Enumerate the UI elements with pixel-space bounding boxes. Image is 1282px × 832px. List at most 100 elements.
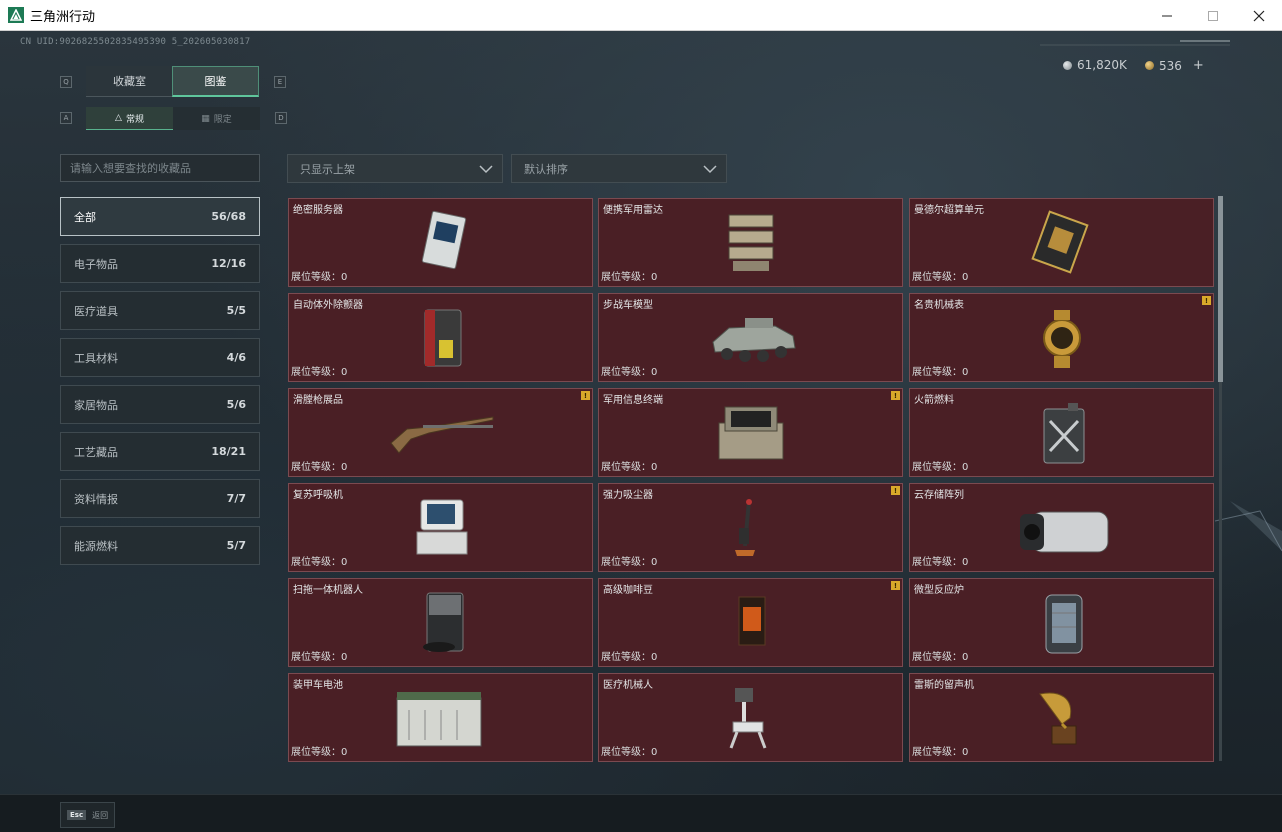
shelf-filter-label: 只显示上架	[300, 162, 355, 176]
sort-dropdown[interactable]: 默认排序	[511, 154, 727, 183]
category-item[interactable]: 医疗道具 5/5	[60, 291, 260, 330]
item-level-label: 展位等级：	[291, 272, 341, 283]
item-level-value: 0	[341, 462, 348, 473]
item-level-value: 0	[962, 272, 969, 283]
item-name: 雷斯的留声机	[914, 680, 974, 691]
item-level-value: 0	[651, 462, 658, 473]
item-level-label: 展位等级：	[291, 557, 341, 568]
close-icon[interactable]	[1236, 0, 1282, 31]
category-label: 全部	[74, 210, 96, 224]
item-card[interactable]: 强力吸尘器 展位等级：0!	[598, 483, 903, 572]
item-card[interactable]: 微型反应炉 展位等级：0	[909, 578, 1214, 667]
item-card[interactable]: 雷斯的留声机 展位等级：0	[909, 673, 1214, 762]
grid-scrollbar-thumb[interactable]	[1218, 196, 1223, 382]
item-level: 展位等级：0	[601, 648, 657, 663]
item-level: 展位等级：0	[601, 268, 657, 283]
item-level: 展位等级：0	[601, 553, 657, 568]
reactor-icon	[1045, 594, 1083, 654]
alert-badge-icon: !	[891, 391, 900, 400]
gold-coin-icon	[1145, 61, 1154, 70]
item-card[interactable]: 曼德尔超算单元 展位等级：0	[909, 198, 1214, 287]
item-name: 云存储阵列	[914, 490, 964, 501]
item-name: 医疗机械人	[603, 680, 653, 691]
maximize-icon[interactable]	[1190, 0, 1236, 31]
item-card[interactable]: 绝密服务器 展位等级：0	[288, 198, 593, 287]
sort-label: 默认排序	[524, 162, 568, 176]
battery-icon	[396, 692, 482, 747]
radar-icon	[728, 214, 774, 271]
item-level-label: 展位等级：	[601, 747, 651, 758]
item-card[interactable]: 扫拖一体机器人 展位等级：0	[288, 578, 593, 667]
category-item[interactable]: 家居物品 5/6	[60, 385, 260, 424]
mop-robot-icon	[423, 592, 464, 652]
item-card[interactable]: 滑膛枪展品 展位等级：0!	[288, 388, 593, 477]
item-level-value: 0	[962, 747, 969, 758]
search-input[interactable]: 请输入想要查找的收藏品	[60, 154, 260, 182]
category-item[interactable]: 电子物品 12/16	[60, 244, 260, 283]
minimize-icon[interactable]	[1144, 0, 1190, 31]
server-icon	[421, 210, 467, 270]
item-card[interactable]: 便携军用雷达 展位等级：0	[598, 198, 903, 287]
category-item[interactable]: 资料情报 7/7	[60, 479, 260, 518]
chevron-down-icon	[479, 165, 493, 174]
item-level-label: 展位等级：	[601, 652, 651, 663]
add-currency-button[interactable]: +	[1193, 58, 1204, 73]
category-label: 能源燃料	[74, 539, 118, 553]
item-level-label: 展位等级：	[291, 462, 341, 473]
category-label: 医疗道具	[74, 304, 118, 318]
tab-catalog[interactable]: 图鉴	[172, 66, 259, 97]
item-card[interactable]: 装甲车电池 展位等级：0	[288, 673, 593, 762]
subtab-left-key-hint: A	[60, 112, 72, 124]
item-level: 展位等级：0	[601, 458, 657, 473]
category-item[interactable]: 工艺藏品 18/21	[60, 432, 260, 471]
defibrillator-icon	[424, 309, 462, 367]
item-name: 名贵机械表	[914, 300, 964, 311]
subtab-limited[interactable]: ▦ 限定	[173, 107, 260, 130]
item-level-value: 0	[341, 367, 348, 378]
item-card[interactable]: 名贵机械表 展位等级：0!	[909, 293, 1214, 382]
item-card[interactable]: 医疗机械人 展位等级：0	[598, 673, 903, 762]
item-level: 展位等级：0	[291, 743, 347, 758]
storage-array-icon	[1020, 511, 1109, 553]
item-name: 滑膛枪展品	[293, 395, 343, 406]
subtab-limited-label: 限定	[213, 115, 232, 125]
chevron-down-icon	[703, 165, 717, 174]
item-card[interactable]: 云存储阵列 展位等级：0	[909, 483, 1214, 572]
category-count: 56/68	[211, 210, 246, 223]
ifv-model-icon	[712, 318, 796, 362]
tab-collection-room[interactable]: 收藏室	[86, 66, 173, 97]
vacuum-icon	[735, 499, 755, 556]
item-level-label: 展位等级：	[912, 747, 962, 758]
category-item[interactable]: 全部 56/68	[60, 197, 260, 236]
item-level: 展位等级：0	[291, 268, 347, 283]
item-level: 展位等级：0	[912, 268, 968, 283]
watch-icon	[1043, 310, 1081, 368]
alert-badge-icon: !	[891, 486, 900, 495]
back-button[interactable]: Esc 返回	[60, 802, 115, 828]
item-level-label: 展位等级：	[912, 272, 962, 283]
shelf-filter-dropdown[interactable]: 只显示上架	[287, 154, 503, 183]
item-card[interactable]: 复苏呼吸机 展位等级：0	[288, 483, 593, 572]
item-card[interactable]: 军用信息终端 展位等级：0!	[598, 388, 903, 477]
item-level-value: 0	[651, 272, 658, 283]
alert-badge-icon: !	[891, 581, 900, 590]
category-count: 5/7	[226, 539, 246, 552]
category-item[interactable]: 工具材料 4/6	[60, 338, 260, 377]
item-card[interactable]: 高级咖啡豆 展位等级：0!	[598, 578, 903, 667]
category-label: 工具材料	[74, 351, 118, 365]
ventilator-icon	[416, 499, 468, 555]
subtab-regular[interactable]: △ 常规	[86, 107, 173, 130]
item-name: 复苏呼吸机	[293, 490, 343, 501]
coffee-bag-icon	[738, 596, 766, 646]
category-item[interactable]: 能源燃料 5/7	[60, 526, 260, 565]
item-name: 火箭燃料	[914, 395, 954, 406]
back-label: 返回	[92, 810, 109, 820]
item-card[interactable]: 火箭燃料 展位等级：0	[909, 388, 1214, 477]
silver-coin-icon	[1063, 60, 1072, 70]
item-card[interactable]: 步战车模型 展位等级：0	[598, 293, 903, 382]
category-count: 4/6	[226, 351, 246, 364]
item-card[interactable]: 自动体外除颤器 展位等级：0	[288, 293, 593, 382]
game-viewport: CN UID:9026825502835495390 5_20260503081…	[0, 31, 1282, 832]
category-label: 电子物品	[74, 257, 118, 271]
subtab-right-key-hint: D	[275, 112, 287, 124]
